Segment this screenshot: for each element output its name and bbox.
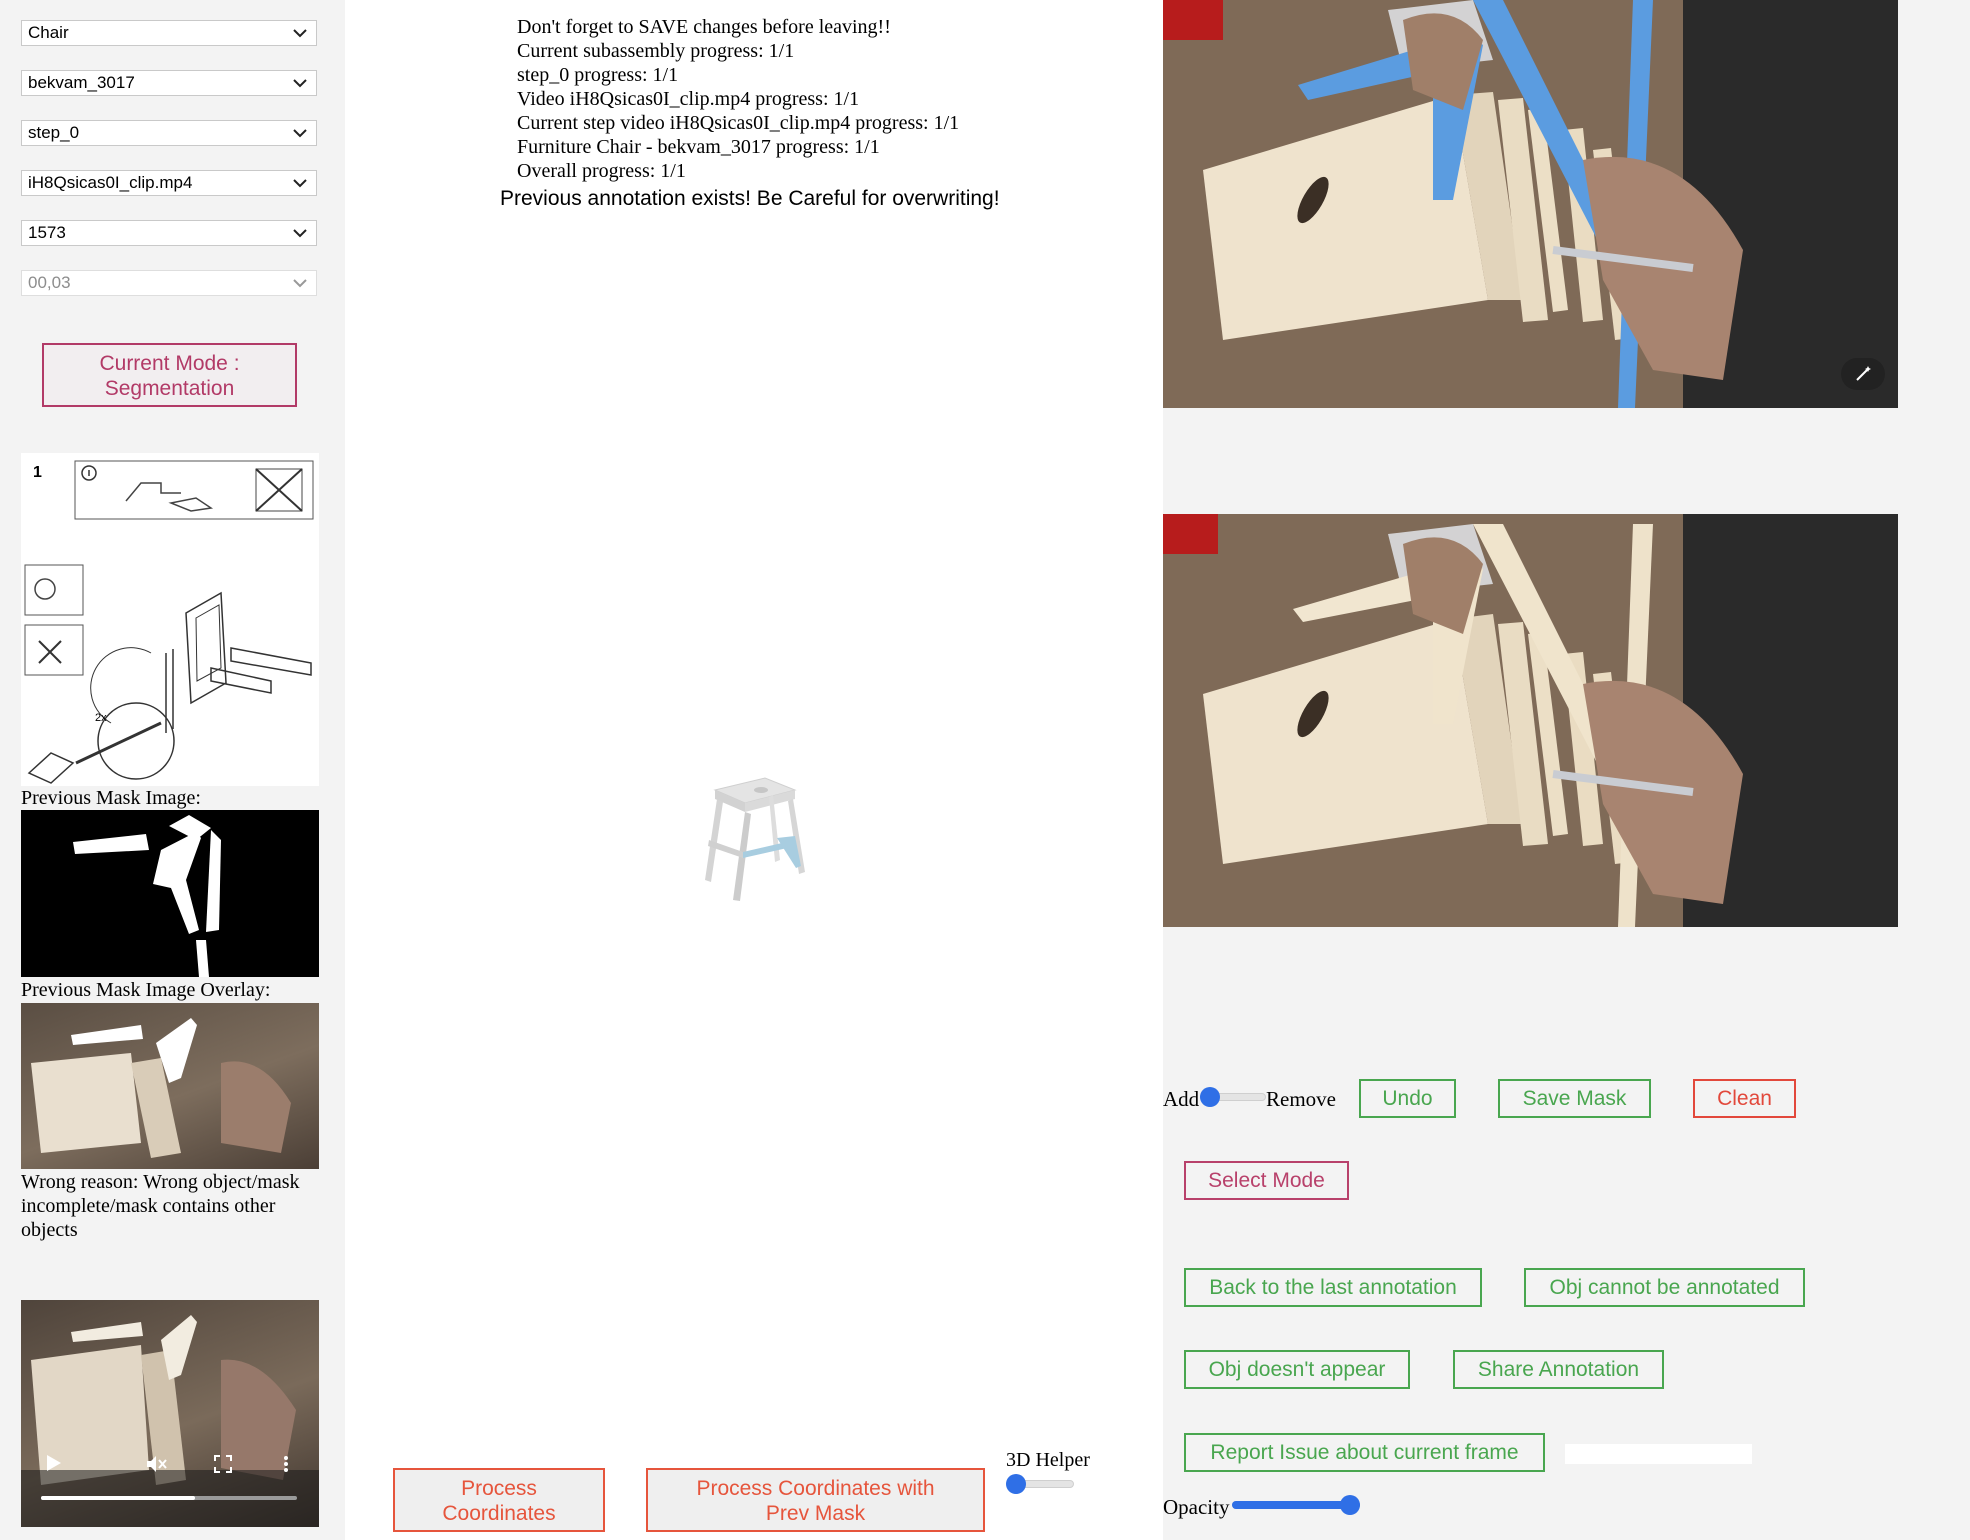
object-select-value: 00,03 [28,273,71,292]
chevron-down-icon [293,129,307,138]
3d-stool-model [705,777,805,901]
assembly-manual-image: 1 2x [21,453,319,786]
reference-frame-image [1163,514,1898,927]
report-issue-input[interactable] [1565,1444,1752,1464]
step-select[interactable]: step_0 [21,120,317,146]
current-mode-value: Segmentation [104,377,235,400]
chevron-down-icon [293,79,307,88]
opacity-label: Opacity [1163,1495,1230,1519]
chevron-down-icon [293,179,307,188]
save-reminder: Don't forget to SAVE changes before leav… [517,16,891,38]
undo-button[interactable]: Undo [1359,1079,1456,1118]
process-prev-line2: Prev Mask [765,1502,866,1525]
step-progress: step_0 progress: 1/1 [517,64,679,86]
chevron-down-icon [293,229,307,238]
video-select[interactable]: iH8Qsicas0I_clip.mp4 [21,170,317,196]
previous-mask-image [21,810,319,977]
clean-button[interactable]: Clean [1693,1079,1796,1118]
current-frame-image[interactable] [1163,0,1898,408]
add-label: Add [1163,1087,1200,1111]
3d-helper-knob[interactable] [1006,1474,1026,1494]
reference-frame-scene [1163,514,1898,927]
subassembly-select-value: bekvam_3017 [28,73,135,92]
process-with-prev-mask-button[interactable]: Process Coordinates with Prev Mask [646,1468,985,1532]
share-annotation-button[interactable]: Share Annotation [1453,1350,1664,1389]
wrong-reason-text: Wrong reason: Wrong object/mask incomple… [21,1171,300,1241]
video-frame [21,1315,319,1527]
previous-overlay-caption: Previous Mask Image Overlay: [21,979,271,1001]
opacity-knob[interactable] [1340,1495,1360,1515]
add-remove-slider[interactable] [1200,1085,1266,1109]
manual-drawing: 1 2x [24,460,314,784]
back-to-last-annotation-button[interactable]: Back to the last annotation [1184,1268,1482,1307]
video-progress: Video iH8Qsicas0I_clip.mp4 progress: 1/1 [517,88,860,110]
step-video-progress: Current step video iH8Qsicas0I_clip.mp4 … [517,112,960,134]
frame-select-value: 1573 [28,223,66,242]
obj-doesnt-appear-button[interactable]: Obj doesn't appear [1184,1350,1410,1389]
video-select-value: iH8Qsicas0I_clip.mp4 [28,173,193,192]
3d-helper-slider[interactable] [1006,1472,1074,1496]
process-prev-line1: Process Coordinates with [696,1477,935,1500]
magic-wand-button[interactable] [1841,358,1885,390]
furniture-select[interactable]: Chair [21,20,317,46]
overlay-scene [31,1018,291,1158]
video-progress-track[interactable] [41,1496,297,1500]
subassembly-progress: Current subassembly progress: 1/1 [517,40,795,62]
remove-label: Remove [1266,1087,1336,1111]
chevron-down-icon [293,29,307,38]
process-line1: Process [461,1477,537,1500]
furniture-progress: Furniture Chair - bekvam_3017 progress: … [517,136,880,158]
obj-cannot-be-annotated-button[interactable]: Obj cannot be annotated [1524,1268,1805,1307]
progress-info: Don't forget to SAVE changes before leav… [517,15,959,183]
step-select-value: step_0 [28,123,80,142]
object-select: 00,03 [21,270,317,296]
save-mask-button[interactable]: Save Mask [1498,1079,1651,1118]
fullscreen-icon[interactable] [214,1455,232,1473]
previous-mask-shapes [73,815,221,977]
process-coordinates-button[interactable]: Process Coordinates [393,1468,605,1532]
3d-helper-label: 3D Helper [1006,1449,1090,1471]
current-frame-scene [1163,0,1898,408]
current-mode-label: Current Mode : [99,352,240,375]
previous-mask-caption: Previous Mask Image: [21,787,201,809]
overall-progress: Overall progress: 1/1 [517,160,686,182]
overwrite-warning: Previous annotation exists! Be Careful f… [500,187,1000,210]
opacity-slider[interactable] [1232,1493,1360,1517]
magic-wand-icon [1856,366,1871,381]
report-issue-button[interactable]: Report Issue about current frame [1184,1433,1545,1472]
select-mode-button[interactable]: Select Mode [1184,1161,1349,1200]
process-line2: Coordinates [442,1502,556,1525]
video-progress-fill [41,1496,195,1500]
current-mode-button[interactable]: Current Mode : Segmentation [42,343,297,407]
previous-mask-overlay-image [21,1003,319,1169]
more-options-icon[interactable] [283,1455,289,1473]
chevron-down-icon [293,279,307,288]
frame-select[interactable]: 1573 [21,220,317,246]
mute-icon[interactable] [145,1454,167,1474]
add-remove-knob[interactable] [1200,1087,1220,1107]
video-player[interactable] [21,1300,319,1527]
manual-step-number: 1 [33,464,42,481]
subassembly-select[interactable]: bekvam_3017 [21,70,317,96]
play-icon[interactable] [47,1455,61,1471]
furniture-select-value: Chair [28,23,69,42]
manual-quantity-label: 2x [95,712,107,724]
